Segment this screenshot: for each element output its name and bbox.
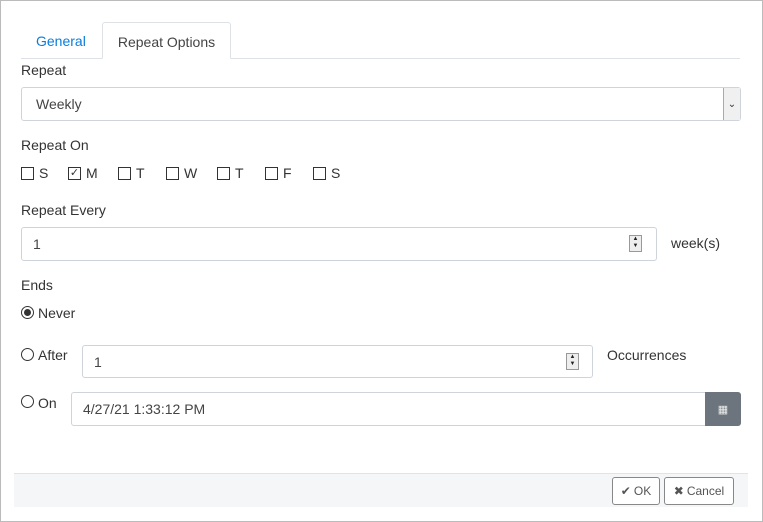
day-checkbox[interactable] (217, 167, 230, 180)
day-checkbox[interactable] (166, 167, 179, 180)
ends-after-radio[interactable] (21, 348, 34, 361)
repeat-every-label: Repeat Every (21, 202, 106, 218)
repeat-on-label: Repeat On (21, 137, 89, 153)
ok-label: OK (633, 484, 652, 498)
repeat-select[interactable]: Weekly ⌄ (21, 87, 741, 121)
cancel-button[interactable]: ✖ Cancel (664, 477, 734, 505)
end-date-value: 4/27/21 1:33:12 PM (83, 401, 206, 417)
check-icon: ✔ (620, 484, 631, 498)
ends-after-label: After (38, 347, 68, 363)
repeat-label: Repeat (21, 62, 67, 78)
end-date-input[interactable]: 4/27/21 1:33:12 PM (71, 392, 706, 426)
chevron-down-icon[interactable]: ⌄ (723, 88, 740, 120)
repeat-every-input[interactable]: 1 (21, 227, 657, 261)
dialog (0, 0, 763, 522)
tab-general[interactable]: General (36, 33, 86, 49)
repeat-every-unit: week(s) (671, 235, 721, 251)
calendar-button[interactable]: ▦ (705, 392, 741, 426)
occurrences-label: Occurrences (607, 347, 687, 363)
occurrences-stepper[interactable]: ▲ ▼ (566, 353, 579, 370)
day-label: F (283, 165, 292, 181)
calendar-icon: ▦ (717, 403, 729, 416)
ok-button[interactable]: ✔ OK (612, 477, 660, 505)
day-label: S (39, 165, 49, 181)
repeat-every-stepper[interactable]: ▲ ▼ (629, 235, 642, 252)
ends-never-radio[interactable] (21, 306, 34, 319)
repeat-every-value: 1 (33, 236, 41, 252)
day-checkbox[interactable] (21, 167, 34, 180)
ends-on-label: On (38, 395, 57, 411)
day-checkbox[interactable] (265, 167, 278, 180)
cancel-label: Cancel (686, 484, 725, 498)
occurrences-value: 1 (94, 353, 102, 370)
day-checkbox[interactable] (118, 167, 131, 180)
day-label: W (184, 165, 198, 181)
occurrences-input[interactable]: 1 (82, 345, 593, 378)
day-checkbox[interactable] (313, 167, 326, 180)
ends-never-label: Never (38, 305, 76, 321)
day-label: T (235, 165, 244, 181)
x-icon: ✖ (673, 484, 684, 498)
tab-repeat-options[interactable]: Repeat Options (102, 22, 231, 59)
ends-on-radio[interactable] (21, 395, 34, 408)
day-label: M (86, 165, 98, 181)
day-checkbox[interactable]: ✓ (68, 167, 81, 180)
ends-label: Ends (21, 277, 53, 293)
day-label: T (136, 165, 145, 181)
day-label: S (331, 165, 341, 181)
repeat-select-value: Weekly (36, 96, 82, 112)
